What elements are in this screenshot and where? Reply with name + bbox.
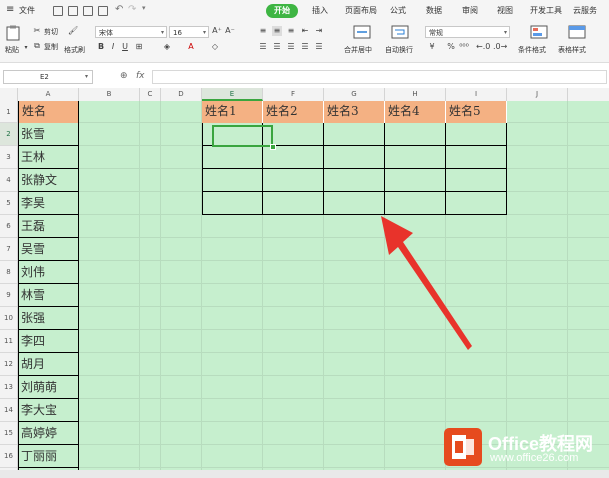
cut-icon[interactable]: ✂ [32, 26, 42, 36]
ribbon-toolbar: 粘贴 ▾ ✂ 剪切 ⧉ 复制 🖌 格式刷 宋体 16 A⁺ A⁻ B I U ⊞… [0, 22, 609, 63]
border-icon[interactable]: ⊞ [134, 42, 144, 52]
paste-icon[interactable] [6, 25, 24, 41]
underline-icon[interactable]: U [120, 42, 130, 52]
conditional-format-button[interactable]: 条件格式 [518, 45, 546, 55]
name-box-dropdown-icon[interactable]: ▾ [85, 73, 88, 80]
merge-center-icon[interactable] [353, 25, 371, 41]
font-grow-icon[interactable]: A⁺ [212, 26, 222, 36]
italic-icon[interactable]: I [108, 42, 118, 52]
indent-decrease-icon[interactable]: ⇤ [300, 26, 310, 36]
align-middle-icon[interactable]: ≡ [272, 26, 282, 36]
copy-icon[interactable]: ⧉ [32, 41, 42, 51]
print-icon[interactable] [83, 6, 93, 16]
align-center-icon[interactable]: ☰ [272, 42, 282, 52]
tab-home[interactable]: 开始 [266, 4, 298, 18]
conditional-format-icon[interactable] [530, 25, 548, 41]
table-style-button[interactable]: 表格样式 [558, 45, 586, 55]
zoom-formula-icon[interactable]: ⊕ [120, 71, 128, 81]
distributed-icon[interactable]: ☰ [314, 42, 324, 52]
export-icon[interactable] [98, 6, 108, 16]
font-shrink-icon[interactable]: A⁻ [225, 26, 235, 36]
cut-button[interactable]: 剪切 [44, 27, 58, 37]
font-color-icon[interactable]: A [186, 42, 196, 52]
bold-icon[interactable]: B [96, 42, 106, 52]
spreadsheet-grid[interactable]: ABCDEFGHIJ 1234567891011121314151617 姓名张… [0, 88, 609, 478]
align-bottom-icon[interactable]: ≡ [286, 26, 296, 36]
indent-increase-icon[interactable]: ⇥ [314, 26, 324, 36]
paste-button[interactable]: 粘贴 [5, 45, 19, 55]
watermark-url: www.office26.com [490, 452, 579, 464]
clear-format-icon[interactable]: ◇ [210, 42, 220, 52]
thousands-icon[interactable]: ⁰⁰⁰ [459, 42, 469, 52]
watermark: Office教程网 www.office26.com [444, 428, 609, 472]
align-left-icon[interactable]: ☰ [258, 42, 268, 52]
formula-bar: E2 ▾ ⊕ fx [0, 66, 609, 89]
merge-center-button[interactable]: 合并居中 [344, 45, 372, 55]
decimal-decrease-icon[interactable]: .0→ [493, 42, 507, 52]
save-icon[interactable] [53, 6, 63, 16]
justify-icon[interactable]: ☰ [300, 42, 310, 52]
align-top-icon[interactable]: ≡ [258, 26, 268, 36]
name-box[interactable]: E2 [3, 70, 93, 84]
tab-insert[interactable]: 插入 [312, 5, 328, 16]
font-size-select[interactable]: 16 [169, 26, 209, 39]
tab-data[interactable]: 数据 [426, 5, 442, 16]
customize-qa-icon[interactable]: ▾ [142, 4, 146, 12]
table-style-icon[interactable] [568, 25, 586, 41]
office-logo-icon [444, 428, 482, 466]
number-format-select[interactable]: 常规 [425, 26, 510, 39]
font-name-select[interactable]: 宋体 [95, 26, 167, 39]
currency-icon[interactable]: ¥ [427, 42, 437, 52]
undo-icon[interactable]: ↶ [115, 4, 123, 15]
file-menu[interactable]: 文件 [19, 5, 35, 16]
print-preview-icon[interactable] [68, 6, 78, 16]
hamburger-menu-icon[interactable]: ≡ [6, 5, 14, 15]
fx-icon[interactable]: fx [136, 71, 145, 81]
wrap-text-icon[interactable] [391, 25, 409, 41]
format-painter-icon[interactable]: 🖌 [68, 26, 78, 36]
tab-review[interactable]: 审阅 [462, 5, 478, 16]
tab-page-layout[interactable]: 页面布局 [345, 5, 377, 16]
decimal-increase-icon[interactable]: ←.0 [476, 42, 490, 52]
tab-cloud[interactable]: 云服务 [573, 5, 597, 16]
formula-input[interactable] [152, 70, 607, 84]
menu-bar: ≡ 文件 ↶ ↷ ▾ 开始 插入 页面布局 公式 数据 审阅 视图 开发工具 云… [0, 0, 609, 22]
format-painter-button[interactable]: 格式刷 [64, 45, 85, 55]
red-arrow-annotation [381, 216, 472, 350]
paste-dropdown-icon[interactable]: ▾ [21, 43, 31, 53]
percent-icon[interactable]: % [446, 42, 456, 52]
align-right-icon[interactable]: ☰ [286, 42, 296, 52]
fill-color-icon[interactable]: ◈ [162, 42, 172, 52]
wrap-text-button[interactable]: 自动换行 [385, 45, 413, 55]
redo-icon[interactable]: ↷ [128, 4, 136, 15]
tab-view[interactable]: 视图 [497, 5, 513, 16]
tab-developer[interactable]: 开发工具 [530, 5, 562, 16]
tab-formulas[interactable]: 公式 [390, 5, 406, 16]
copy-button[interactable]: 复制 [44, 42, 58, 52]
